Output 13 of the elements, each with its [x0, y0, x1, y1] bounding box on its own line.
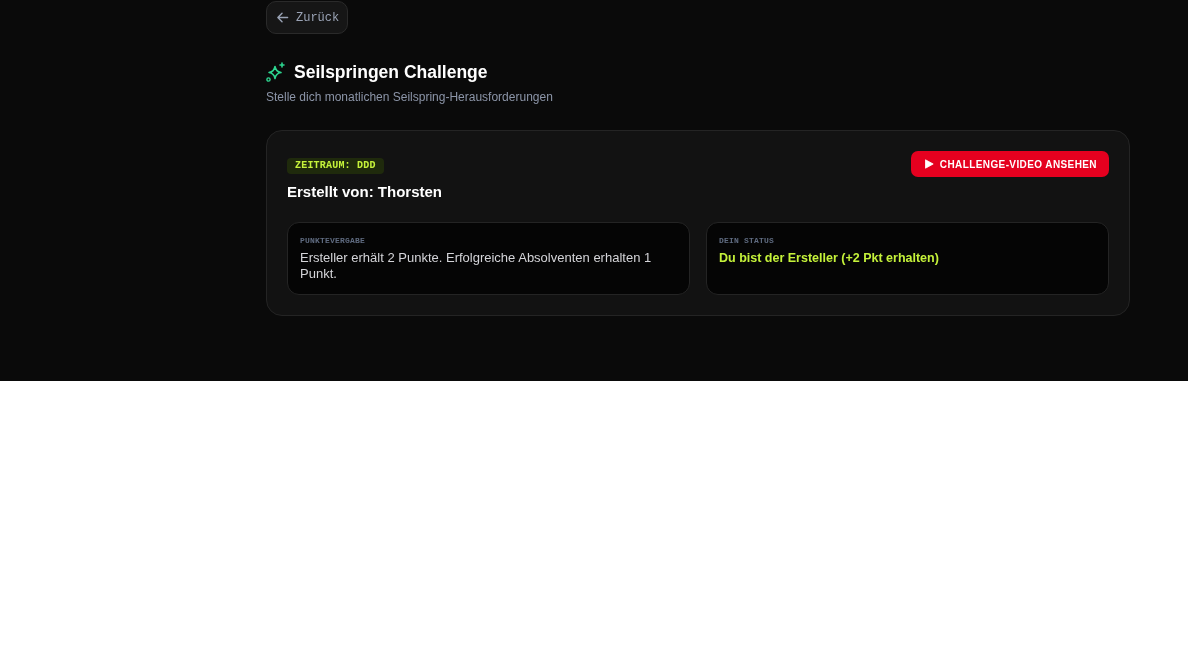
status-text: Du bist der Ersteller (+2 Pkt erhalten): [719, 250, 940, 266]
arrow-left-icon: [276, 11, 289, 24]
play-icon: [923, 159, 934, 169]
period-tag: ZEITRAUM: DDD: [287, 158, 384, 174]
page-subtitle: Stelle dich monatlichen Seilspring-Herausforderungen: [266, 89, 554, 105]
panel-label: PUNKTEVERGABE: [300, 235, 366, 247]
creator-heading: Erstellt von: Thorsten: [287, 182, 443, 202]
back-button[interactable]: Zurück: [266, 1, 349, 34]
page-title: Seilspringen Challenge: [294, 61, 488, 83]
watch-video-button[interactable]: CHALLENGE-VIDEO ANSEHEN: [910, 151, 1109, 177]
sparkle-icon: [266, 62, 286, 82]
panel-label: DEIN STATUS: [719, 235, 775, 247]
points-description: Ersteller erhält 2 Punkte. Erfolgreiche Absolventen erhalten 1 Punkt.: [300, 250, 653, 282]
